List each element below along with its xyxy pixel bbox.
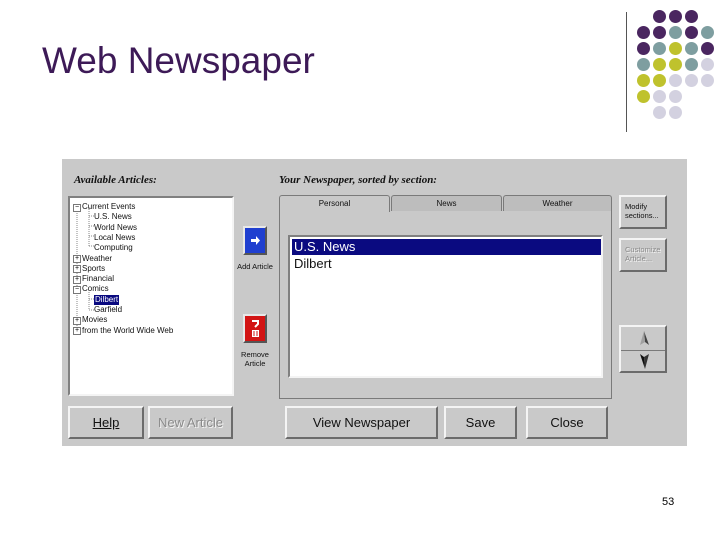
arrow-right-icon	[251, 236, 260, 245]
tree-item[interactable]: Comics	[82, 284, 109, 294]
tree-item[interactable]: from the World Wide Web	[82, 326, 173, 336]
decorative-dot	[701, 26, 714, 39]
tree-item-selected[interactable]: Dilbert	[94, 294, 120, 305]
reorder-buttons	[619, 325, 667, 373]
tree-item[interactable]: U.S. News	[94, 212, 132, 222]
decorative-dot	[669, 42, 682, 55]
tree-item[interactable]: Weather	[82, 254, 112, 264]
collapse-icon[interactable]: −	[73, 203, 81, 212]
decorative-dot	[685, 42, 698, 55]
page-number: 53	[662, 496, 675, 508]
decorative-dot	[701, 74, 714, 87]
decorative-dot	[669, 90, 682, 103]
move-up-button[interactable]	[621, 327, 665, 349]
new-article-button[interactable]: New Article	[148, 406, 233, 439]
decorative-dot	[701, 42, 714, 55]
decorative-dot	[637, 74, 650, 87]
remove-article-button[interactable]	[243, 314, 267, 343]
save-button[interactable]: Save	[444, 406, 517, 439]
expand-icon[interactable]: +	[73, 265, 81, 274]
view-newspaper-button[interactable]: View Newspaper	[285, 406, 438, 439]
tree-item[interactable]: Financial	[82, 274, 114, 284]
expand-icon[interactable]: +	[73, 316, 81, 325]
tree-item[interactable]: Garfield	[94, 305, 122, 315]
arrow-down-icon	[640, 354, 649, 369]
decorative-dot	[669, 26, 682, 39]
arrow-up-icon	[640, 331, 649, 345]
decorative-dot	[685, 74, 698, 87]
decorative-dot	[653, 74, 666, 87]
decorative-dot	[653, 90, 666, 103]
tree-item[interactable]: Local News	[94, 233, 135, 243]
decorative-dot	[653, 58, 666, 71]
tree-item[interactable]: World News	[94, 223, 137, 233]
tree-item[interactable]: Computing	[94, 243, 133, 253]
add-article-label: Add Article	[237, 262, 273, 271]
decorative-dot	[669, 58, 682, 71]
add-article-button[interactable]	[243, 226, 267, 255]
decorative-dot	[685, 26, 698, 39]
expand-icon[interactable]: +	[73, 275, 81, 284]
help-button-label: Help	[92, 415, 120, 430]
tab-personal[interactable]: Personal	[279, 195, 390, 212]
decorative-dot	[701, 58, 714, 71]
decorative-dot	[669, 74, 682, 87]
decorative-dot	[637, 42, 650, 55]
trash-icon	[252, 320, 259, 337]
expand-icon[interactable]: +	[73, 255, 81, 263]
list-item-selected[interactable]: U.S. News	[292, 239, 601, 255]
decorative-dot	[637, 26, 650, 39]
decorative-dot	[669, 10, 682, 23]
list-item[interactable]: Dilbert	[292, 256, 601, 272]
close-button[interactable]: Close	[526, 406, 608, 439]
decorative-dot	[653, 42, 666, 55]
remove-article-label: Remove Article	[241, 350, 269, 368]
decorative-dot	[685, 58, 698, 71]
decorative-dot	[637, 58, 650, 71]
help-button[interactable]: Help	[68, 406, 144, 439]
decorative-dot	[653, 10, 666, 23]
modify-sections-button[interactable]: Modify sections...	[619, 195, 667, 229]
decorative-dot	[685, 10, 698, 23]
your-newspaper-label: Your Newspaper, sorted by section:	[279, 174, 437, 186]
move-down-button[interactable]	[621, 350, 665, 372]
available-articles-tree[interactable]: − Current Events U.S. News World News Local …	[68, 196, 234, 396]
tree-item[interactable]: Sports	[82, 264, 105, 274]
slide-title: Web Newspaper	[42, 40, 315, 81]
newspaper-editor-window: Available Articles: Your Newspaper, sort…	[62, 159, 687, 446]
collapse-icon[interactable]: −	[73, 285, 81, 294]
available-articles-label: Available Articles:	[74, 174, 157, 186]
decorative-dot	[653, 26, 666, 39]
newspaper-articles-list[interactable]: U.S. News Dilbert	[288, 235, 603, 378]
decorative-dot	[637, 90, 650, 103]
decorative-dot	[669, 106, 682, 119]
tree-item[interactable]: Current Events	[82, 202, 135, 212]
decorative-dot	[653, 106, 666, 119]
customize-article-button[interactable]: Customize Article...	[619, 238, 667, 272]
tab-weather[interactable]: Weather	[503, 195, 612, 211]
expand-icon[interactable]: +	[73, 327, 81, 336]
divider-line	[626, 12, 627, 132]
tab-news[interactable]: News	[391, 195, 502, 211]
tree-item[interactable]: Movies	[82, 315, 107, 325]
